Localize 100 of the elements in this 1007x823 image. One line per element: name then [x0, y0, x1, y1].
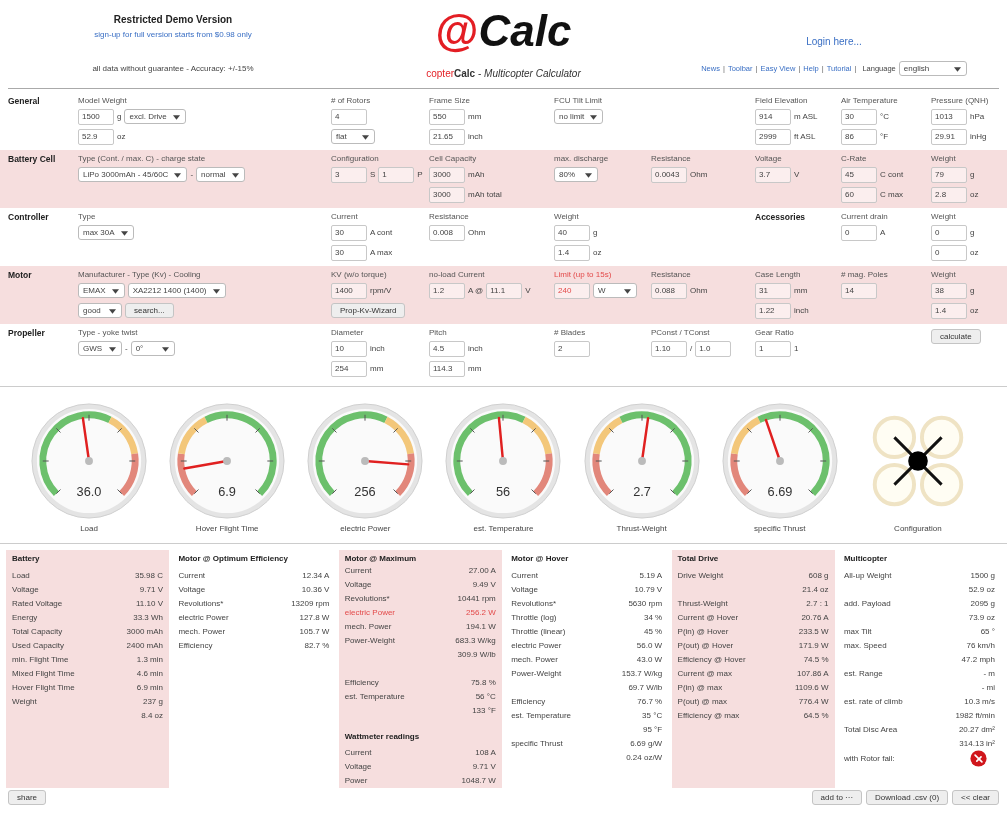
footer-button[interactable]: add to ···: [811, 790, 863, 805]
footer-button[interactable]: Download .csv (0): [866, 790, 949, 805]
dropdown[interactable]: 0°: [130, 341, 175, 356]
text-field[interactable]: 1: [378, 166, 415, 183]
text-field[interactable]: 38: [931, 282, 967, 299]
result-label: Voltage: [178, 584, 206, 594]
text-field[interactable]: 0.088: [651, 282, 687, 299]
text-field[interactable]: 2: [554, 340, 590, 357]
text-field[interactable]: 1.4: [554, 244, 590, 261]
text-field[interactable]: 30: [331, 244, 367, 261]
dropdown[interactable]: EMAX: [78, 283, 125, 298]
text-field[interactable]: 1: [755, 340, 791, 357]
caret-icon: [624, 289, 631, 294]
dropdown[interactable]: max 30A: [78, 225, 134, 240]
unit-label: ft ASL: [794, 132, 816, 141]
result-value: 76 km/h: [966, 640, 995, 650]
form-button[interactable]: search...: [125, 303, 174, 318]
text-field[interactable]: 0: [931, 224, 967, 241]
text-field[interactable]: 550: [429, 108, 465, 125]
text-field[interactable]: 79: [931, 166, 967, 183]
text-field[interactable]: 10: [331, 340, 367, 357]
result-label: Current: [511, 570, 538, 580]
text-field[interactable]: 1.4: [931, 302, 967, 319]
field-label: Limit (up to 15s): [554, 270, 613, 279]
result-value: 56 °C: [475, 691, 496, 701]
dropdown[interactable]: GWS: [78, 341, 122, 356]
text-field[interactable]: 1013: [931, 108, 967, 125]
text-field[interactable]: 4: [331, 108, 367, 125]
gauge-needle: [637, 416, 649, 465]
caret-icon: [953, 67, 961, 72]
dropdown[interactable]: normal: [196, 167, 245, 182]
dropdown[interactable]: 80%: [554, 167, 598, 182]
footer-button[interactable]: << clear: [952, 790, 999, 805]
unit-label: A @: [468, 286, 484, 295]
text-field[interactable]: 4.5: [429, 340, 465, 357]
share-button[interactable]: share: [8, 790, 46, 805]
text-field[interactable]: 86: [841, 128, 877, 145]
unit-label: mm: [468, 112, 482, 121]
text-field[interactable]: 0.0043: [651, 166, 687, 183]
dropdown[interactable]: XA2212 1400 (1400): [127, 283, 226, 298]
signup-link[interactable]: sign-up for full version starts from $0.98 only: [94, 30, 252, 39]
result-label: est. Range: [843, 668, 883, 678]
result-value: 12.34 A: [302, 570, 330, 580]
field-label: FCU Tilt Limit: [554, 96, 603, 105]
text-field[interactable]: 3000: [429, 186, 465, 203]
unit-label: g: [970, 286, 975, 295]
text-field[interactable]: 31: [755, 282, 791, 299]
text-field[interactable]: 1400: [331, 282, 367, 299]
text-field[interactable]: 60: [841, 186, 877, 203]
text-field[interactable]: 30: [331, 224, 367, 241]
text-field[interactable]: 21.65: [429, 128, 465, 145]
text-field[interactable]: 1.2: [429, 282, 465, 299]
result-value: 3000 mAh: [126, 626, 163, 636]
text-field[interactable]: 3.7: [755, 166, 791, 183]
text-field[interactable]: 3000: [429, 166, 465, 183]
text-field[interactable]: 45: [841, 166, 877, 183]
text-field[interactable]: 1500: [78, 108, 114, 125]
text-field[interactable]: 0.008: [429, 224, 465, 241]
result-label: with Rotor fail:: [843, 754, 895, 763]
dropdown[interactable]: W: [593, 283, 637, 298]
language-dropdown[interactable]: english: [898, 61, 967, 76]
text-field[interactable]: 29.91: [931, 128, 967, 145]
gauge-needle: [361, 456, 410, 466]
text-field[interactable]: 254: [331, 360, 367, 377]
text-field[interactable]: 11.1: [486, 282, 523, 299]
text-field[interactable]: 0: [841, 224, 877, 241]
text-field[interactable]: 0: [931, 244, 967, 261]
result-value: 314.13 in²: [959, 738, 995, 748]
text-field[interactable]: 1.0: [695, 340, 732, 357]
text-field[interactable]: 2999: [755, 128, 791, 145]
result-value: 309.9 W/lb: [457, 649, 496, 659]
field-label: Air Temperature: [841, 96, 899, 105]
text-field[interactable]: 30: [841, 108, 877, 125]
dropdown[interactable]: excl. Drive: [124, 109, 186, 124]
result-label: Voltage: [12, 584, 39, 594]
result-label: Efficiency: [344, 677, 379, 687]
unit-label: g: [117, 112, 122, 121]
warning-icon: [969, 750, 987, 767]
result-value: 237 g: [142, 696, 163, 706]
dropdown[interactable]: LiPo 3000mAh - 45/60C: [78, 167, 188, 182]
result-value: 74.5 %: [803, 654, 829, 664]
login-link[interactable]: Login here...: [806, 36, 862, 47]
text-field[interactable]: 14: [841, 282, 877, 299]
text-field[interactable]: 1.22: [755, 302, 791, 319]
form-button[interactable]: Prop-Kv-Wizard: [331, 303, 406, 318]
form-button[interactable]: calculate: [931, 329, 981, 344]
text-field[interactable]: 914: [755, 108, 791, 125]
text-field[interactable]: 114.3: [429, 360, 465, 377]
text-field[interactable]: 2.8: [931, 186, 967, 203]
result-label: min. Flight Time: [12, 654, 69, 664]
text-field[interactable]: 52.9: [78, 128, 114, 145]
text-field[interactable]: 240: [554, 282, 590, 299]
text-field[interactable]: 40: [554, 224, 590, 241]
dropdown[interactable]: flat: [331, 129, 375, 144]
results-title: Multicopter: [843, 554, 889, 565]
text-field[interactable]: 3: [331, 166, 367, 183]
dropdown[interactable]: no limit: [554, 109, 604, 124]
text-field[interactable]: 1.10: [651, 340, 687, 357]
result-value: 5.19 A: [639, 570, 663, 580]
dropdown[interactable]: good: [78, 303, 122, 318]
